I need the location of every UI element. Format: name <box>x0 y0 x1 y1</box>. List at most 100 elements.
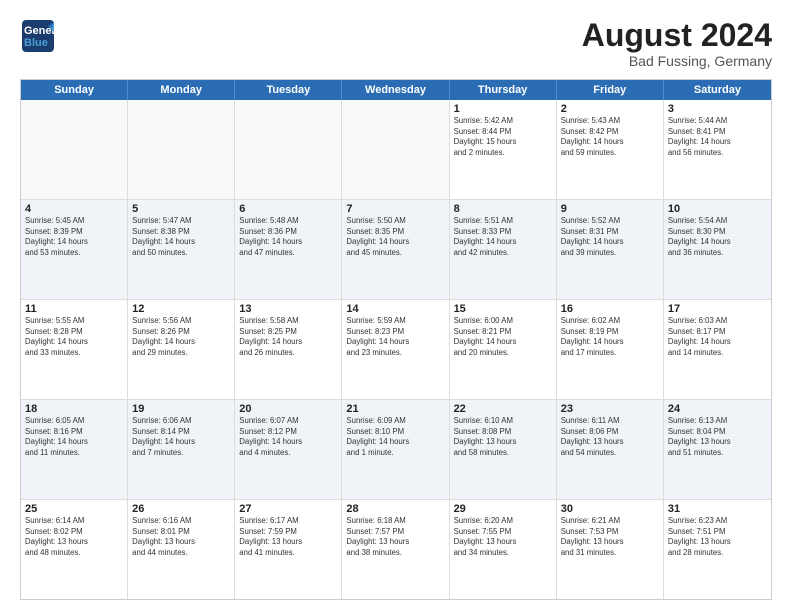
cal-cell-r1-c1: 5Sunrise: 5:47 AM Sunset: 8:38 PM Daylig… <box>128 200 235 299</box>
day-info: Sunrise: 5:54 AM Sunset: 8:30 PM Dayligh… <box>668 216 767 258</box>
day-info: Sunrise: 6:11 AM Sunset: 8:06 PM Dayligh… <box>561 416 659 458</box>
day-info: Sunrise: 5:45 AM Sunset: 8:39 PM Dayligh… <box>25 216 123 258</box>
day-info: Sunrise: 6:23 AM Sunset: 7:51 PM Dayligh… <box>668 516 767 558</box>
day-number: 4 <box>25 203 123 215</box>
day-info: Sunrise: 5:58 AM Sunset: 8:25 PM Dayligh… <box>239 316 337 358</box>
day-number: 20 <box>239 403 337 415</box>
day-number: 11 <box>25 303 123 315</box>
day-number: 21 <box>346 403 444 415</box>
day-info: Sunrise: 6:09 AM Sunset: 8:10 PM Dayligh… <box>346 416 444 458</box>
header-sunday: Sunday <box>21 80 128 100</box>
page-subtitle: Bad Fussing, Germany <box>582 53 772 69</box>
cal-cell-r2-c4: 15Sunrise: 6:00 AM Sunset: 8:21 PM Dayli… <box>450 300 557 399</box>
day-info: Sunrise: 5:44 AM Sunset: 8:41 PM Dayligh… <box>668 116 767 158</box>
day-number: 19 <box>132 403 230 415</box>
logo: General Blue <box>20 18 56 54</box>
cal-cell-r4-c4: 29Sunrise: 6:20 AM Sunset: 7:55 PM Dayli… <box>450 500 557 599</box>
day-info: Sunrise: 5:52 AM Sunset: 8:31 PM Dayligh… <box>561 216 659 258</box>
day-info: Sunrise: 5:59 AM Sunset: 8:23 PM Dayligh… <box>346 316 444 358</box>
cal-cell-r4-c2: 27Sunrise: 6:17 AM Sunset: 7:59 PM Dayli… <box>235 500 342 599</box>
calendar: Sunday Monday Tuesday Wednesday Thursday… <box>20 79 772 600</box>
cal-cell-r4-c1: 26Sunrise: 6:16 AM Sunset: 8:01 PM Dayli… <box>128 500 235 599</box>
cal-cell-r3-c5: 23Sunrise: 6:11 AM Sunset: 8:06 PM Dayli… <box>557 400 664 499</box>
cal-cell-r2-c0: 11Sunrise: 5:55 AM Sunset: 8:28 PM Dayli… <box>21 300 128 399</box>
day-number: 23 <box>561 403 659 415</box>
cal-cell-r0-c3 <box>342 100 449 199</box>
day-number: 7 <box>346 203 444 215</box>
day-info: Sunrise: 5:48 AM Sunset: 8:36 PM Dayligh… <box>239 216 337 258</box>
day-number: 25 <box>25 503 123 515</box>
day-number: 30 <box>561 503 659 515</box>
svg-text:Blue: Blue <box>24 37 48 49</box>
cal-cell-r1-c3: 7Sunrise: 5:50 AM Sunset: 8:35 PM Daylig… <box>342 200 449 299</box>
page-title: August 2024 <box>582 18 772 53</box>
day-number: 17 <box>668 303 767 315</box>
cal-cell-r4-c0: 25Sunrise: 6:14 AM Sunset: 8:02 PM Dayli… <box>21 500 128 599</box>
header-monday: Monday <box>128 80 235 100</box>
cal-row-3: 18Sunrise: 6:05 AM Sunset: 8:16 PM Dayli… <box>21 400 771 500</box>
day-number: 6 <box>239 203 337 215</box>
cal-row-0: 1Sunrise: 5:42 AM Sunset: 8:44 PM Daylig… <box>21 100 771 200</box>
day-info: Sunrise: 5:56 AM Sunset: 8:26 PM Dayligh… <box>132 316 230 358</box>
day-info: Sunrise: 5:47 AM Sunset: 8:38 PM Dayligh… <box>132 216 230 258</box>
header-tuesday: Tuesday <box>235 80 342 100</box>
day-info: Sunrise: 5:42 AM Sunset: 8:44 PM Dayligh… <box>454 116 552 158</box>
day-info: Sunrise: 6:05 AM Sunset: 8:16 PM Dayligh… <box>25 416 123 458</box>
cal-cell-r1-c0: 4Sunrise: 5:45 AM Sunset: 8:39 PM Daylig… <box>21 200 128 299</box>
day-number: 24 <box>668 403 767 415</box>
header-wednesday: Wednesday <box>342 80 449 100</box>
day-info: Sunrise: 6:13 AM Sunset: 8:04 PM Dayligh… <box>668 416 767 458</box>
day-number: 8 <box>454 203 552 215</box>
calendar-body: 1Sunrise: 5:42 AM Sunset: 8:44 PM Daylig… <box>21 100 771 599</box>
day-number: 9 <box>561 203 659 215</box>
day-number: 12 <box>132 303 230 315</box>
cal-cell-r2-c3: 14Sunrise: 5:59 AM Sunset: 8:23 PM Dayli… <box>342 300 449 399</box>
day-number: 3 <box>668 103 767 115</box>
logo-icon: General Blue <box>20 18 56 54</box>
cal-cell-r3-c1: 19Sunrise: 6:06 AM Sunset: 8:14 PM Dayli… <box>128 400 235 499</box>
day-info: Sunrise: 6:21 AM Sunset: 7:53 PM Dayligh… <box>561 516 659 558</box>
page: General Blue August 2024 Bad Fussing, Ge… <box>0 0 792 612</box>
day-info: Sunrise: 6:14 AM Sunset: 8:02 PM Dayligh… <box>25 516 123 558</box>
cal-cell-r3-c0: 18Sunrise: 6:05 AM Sunset: 8:16 PM Dayli… <box>21 400 128 499</box>
calendar-header: Sunday Monday Tuesday Wednesday Thursday… <box>21 80 771 100</box>
day-number: 15 <box>454 303 552 315</box>
cal-cell-r4-c5: 30Sunrise: 6:21 AM Sunset: 7:53 PM Dayli… <box>557 500 664 599</box>
cal-cell-r2-c1: 12Sunrise: 5:56 AM Sunset: 8:26 PM Dayli… <box>128 300 235 399</box>
cal-cell-r0-c4: 1Sunrise: 5:42 AM Sunset: 8:44 PM Daylig… <box>450 100 557 199</box>
day-info: Sunrise: 6:10 AM Sunset: 8:08 PM Dayligh… <box>454 416 552 458</box>
cal-cell-r3-c3: 21Sunrise: 6:09 AM Sunset: 8:10 PM Dayli… <box>342 400 449 499</box>
cal-cell-r1-c5: 9Sunrise: 5:52 AM Sunset: 8:31 PM Daylig… <box>557 200 664 299</box>
header: General Blue August 2024 Bad Fussing, Ge… <box>20 18 772 69</box>
day-info: Sunrise: 5:51 AM Sunset: 8:33 PM Dayligh… <box>454 216 552 258</box>
day-info: Sunrise: 6:06 AM Sunset: 8:14 PM Dayligh… <box>132 416 230 458</box>
day-number: 22 <box>454 403 552 415</box>
cal-cell-r3-c4: 22Sunrise: 6:10 AM Sunset: 8:08 PM Dayli… <box>450 400 557 499</box>
day-info: Sunrise: 5:50 AM Sunset: 8:35 PM Dayligh… <box>346 216 444 258</box>
day-info: Sunrise: 6:00 AM Sunset: 8:21 PM Dayligh… <box>454 316 552 358</box>
day-number: 13 <box>239 303 337 315</box>
day-number: 29 <box>454 503 552 515</box>
day-number: 1 <box>454 103 552 115</box>
header-saturday: Saturday <box>664 80 771 100</box>
cal-cell-r2-c2: 13Sunrise: 5:58 AM Sunset: 8:25 PM Dayli… <box>235 300 342 399</box>
cal-row-1: 4Sunrise: 5:45 AM Sunset: 8:39 PM Daylig… <box>21 200 771 300</box>
cal-row-2: 11Sunrise: 5:55 AM Sunset: 8:28 PM Dayli… <box>21 300 771 400</box>
header-friday: Friday <box>557 80 664 100</box>
day-info: Sunrise: 6:18 AM Sunset: 7:57 PM Dayligh… <box>346 516 444 558</box>
cal-cell-r3-c6: 24Sunrise: 6:13 AM Sunset: 8:04 PM Dayli… <box>664 400 771 499</box>
day-number: 31 <box>668 503 767 515</box>
cal-cell-r0-c5: 2Sunrise: 5:43 AM Sunset: 8:42 PM Daylig… <box>557 100 664 199</box>
day-info: Sunrise: 5:43 AM Sunset: 8:42 PM Dayligh… <box>561 116 659 158</box>
day-number: 2 <box>561 103 659 115</box>
day-number: 5 <box>132 203 230 215</box>
day-number: 26 <box>132 503 230 515</box>
cal-cell-r4-c3: 28Sunrise: 6:18 AM Sunset: 7:57 PM Dayli… <box>342 500 449 599</box>
cal-cell-r3-c2: 20Sunrise: 6:07 AM Sunset: 8:12 PM Dayli… <box>235 400 342 499</box>
cal-cell-r1-c4: 8Sunrise: 5:51 AM Sunset: 8:33 PM Daylig… <box>450 200 557 299</box>
day-number: 28 <box>346 503 444 515</box>
day-info: Sunrise: 6:17 AM Sunset: 7:59 PM Dayligh… <box>239 516 337 558</box>
cal-cell-r2-c6: 17Sunrise: 6:03 AM Sunset: 8:17 PM Dayli… <box>664 300 771 399</box>
cal-cell-r2-c5: 16Sunrise: 6:02 AM Sunset: 8:19 PM Dayli… <box>557 300 664 399</box>
cal-cell-r1-c6: 10Sunrise: 5:54 AM Sunset: 8:30 PM Dayli… <box>664 200 771 299</box>
